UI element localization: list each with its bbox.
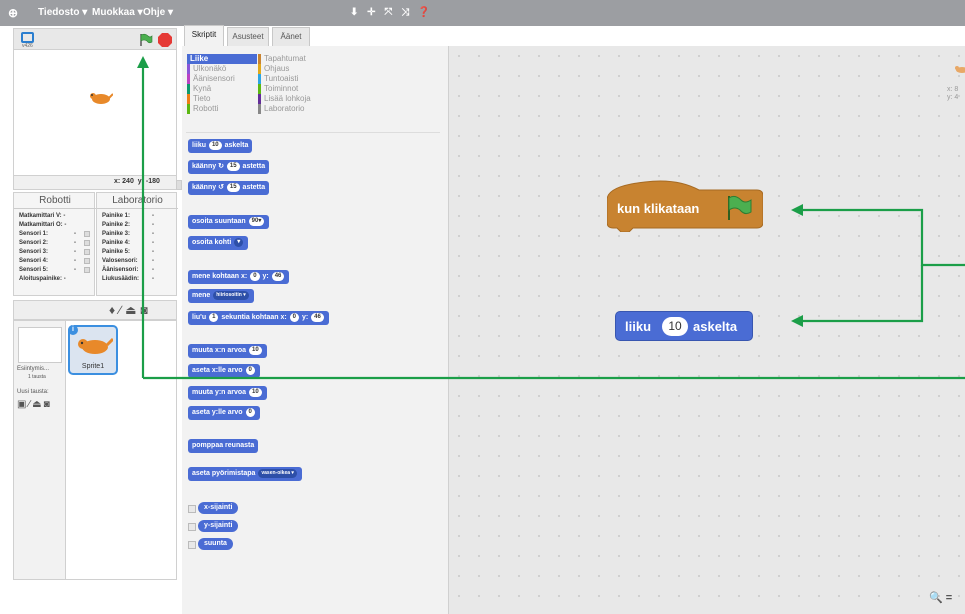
annotation-arrows [137,56,965,380]
